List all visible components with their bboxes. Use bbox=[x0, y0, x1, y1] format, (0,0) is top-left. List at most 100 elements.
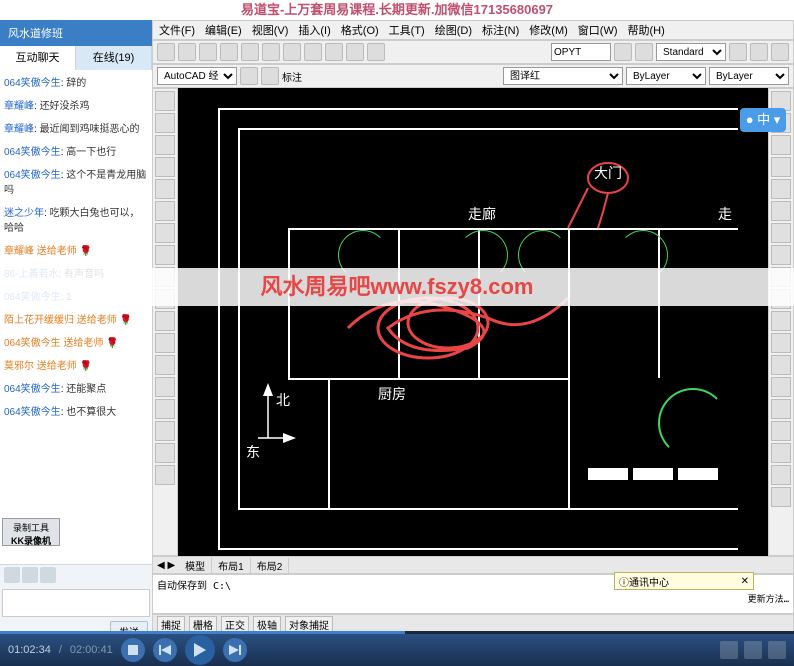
help-icon[interactable] bbox=[635, 43, 653, 61]
menu-edit[interactable]: 编辑(E) bbox=[203, 22, 244, 38]
font-icon[interactable] bbox=[22, 567, 38, 583]
block-icon[interactable] bbox=[155, 311, 175, 331]
next-button[interactable] bbox=[223, 638, 247, 662]
tab-model[interactable]: 模型 bbox=[179, 558, 212, 573]
region-icon[interactable] bbox=[155, 355, 175, 375]
window-close-icon[interactable] bbox=[771, 43, 789, 61]
ellipse-icon[interactable] bbox=[155, 201, 175, 221]
explode-icon[interactable] bbox=[771, 421, 791, 441]
circle-icon[interactable] bbox=[155, 135, 175, 155]
copy-icon[interactable] bbox=[262, 43, 280, 61]
lineweight-select[interactable]: ByLayer bbox=[709, 67, 789, 85]
menu-dimension[interactable]: 标注(N) bbox=[480, 22, 521, 38]
boundary-icon[interactable] bbox=[155, 377, 175, 397]
workspace-select[interactable]: AutoCAD 经典 bbox=[157, 67, 237, 85]
lengthen-icon[interactable] bbox=[771, 465, 791, 485]
polyline-icon[interactable] bbox=[155, 113, 175, 133]
polar-toggle[interactable]: 极轴 bbox=[253, 616, 281, 633]
close-icon[interactable]: ✕ bbox=[741, 576, 749, 587]
snap-toggle[interactable]: 捕捉 bbox=[157, 616, 185, 633]
chat-message: 章耀峰: 最近闻到鸡味挺恶心的 bbox=[4, 120, 148, 135]
zoom-icon[interactable] bbox=[367, 43, 385, 61]
layer-select[interactable]: 图译红 bbox=[503, 67, 623, 85]
chat-input-field[interactable] bbox=[2, 589, 150, 617]
menu-help[interactable]: 帮助(H) bbox=[626, 22, 667, 38]
layer-props-icon[interactable] bbox=[261, 67, 279, 85]
move-icon[interactable] bbox=[771, 201, 791, 221]
ortho-toggle[interactable]: 正交 bbox=[221, 616, 249, 633]
menu-view[interactable]: 视图(V) bbox=[250, 22, 291, 38]
menu-file[interactable]: 文件(F) bbox=[157, 22, 197, 38]
table-icon[interactable] bbox=[155, 333, 175, 353]
menu-window[interactable]: 窗口(W) bbox=[576, 22, 620, 38]
menu-format[interactable]: 格式(O) bbox=[339, 22, 381, 38]
break-icon[interactable] bbox=[771, 333, 791, 353]
menu-draw[interactable]: 绘图(D) bbox=[433, 22, 474, 38]
chat-messages[interactable]: 064笑傲今生: 辞的 章耀峰: 还好没杀鸡 章耀峰: 最近闻到鸡味挺恶心的 0… bbox=[0, 70, 152, 564]
textstyle-select[interactable]: Standard bbox=[656, 43, 726, 61]
osnap-toggle[interactable]: 对象捕捉 bbox=[285, 616, 333, 633]
join-icon[interactable] bbox=[771, 355, 791, 375]
hatch-icon[interactable] bbox=[155, 223, 175, 243]
save-icon[interactable] bbox=[199, 43, 217, 61]
redo-icon[interactable] bbox=[325, 43, 343, 61]
stop-button[interactable] bbox=[121, 638, 145, 662]
pedit-icon[interactable] bbox=[771, 487, 791, 507]
wipeout-icon[interactable] bbox=[155, 421, 175, 441]
cad-menubar: 文件(F) 编辑(E) 视图(V) 插入(I) 格式(O) 工具(T) 绘图(D… bbox=[152, 20, 794, 40]
arc-icon[interactable] bbox=[155, 157, 175, 177]
mirror-icon[interactable] bbox=[771, 135, 791, 155]
align-icon[interactable] bbox=[771, 443, 791, 463]
scale-icon[interactable] bbox=[771, 245, 791, 265]
new-icon[interactable] bbox=[157, 43, 175, 61]
print-icon[interactable] bbox=[220, 43, 238, 61]
settings-icon[interactable] bbox=[744, 641, 762, 659]
extend-icon[interactable] bbox=[771, 311, 791, 331]
fullscreen-icon[interactable] bbox=[768, 641, 786, 659]
label-zou2: 走 bbox=[718, 204, 732, 224]
tab-layout1[interactable]: 布局1 bbox=[212, 558, 251, 573]
open-icon[interactable] bbox=[178, 43, 196, 61]
emoji-icon[interactable] bbox=[4, 567, 20, 583]
volume-icon[interactable] bbox=[720, 641, 738, 659]
chat-room-title: 风水道修班 bbox=[0, 20, 152, 46]
tab-layout2[interactable]: 布局2 bbox=[251, 558, 290, 573]
grid-toggle[interactable]: 栅格 bbox=[189, 616, 217, 633]
ime-indicator[interactable]: ● 中 ▾ bbox=[740, 108, 786, 132]
cad-layers-toolbar: AutoCAD 经典 标注 图译红 ByLayer ByLayer bbox=[152, 64, 794, 88]
paste-icon[interactable] bbox=[283, 43, 301, 61]
cad-drawing-canvas[interactable]: 大门 走廊 走 厨房 北 东 bbox=[178, 88, 768, 556]
annotation-label: 标注 bbox=[282, 69, 302, 84]
undo-icon[interactable] bbox=[304, 43, 322, 61]
offset-icon[interactable] bbox=[771, 157, 791, 177]
mline-icon[interactable] bbox=[155, 443, 175, 463]
revcloud-icon[interactable] bbox=[155, 399, 175, 419]
donut-icon[interactable] bbox=[155, 465, 175, 485]
rectangle-icon[interactable] bbox=[155, 179, 175, 199]
menu-insert[interactable]: 插入(I) bbox=[296, 22, 332, 38]
progress-bar[interactable] bbox=[0, 631, 794, 634]
window-min-icon[interactable] bbox=[729, 43, 747, 61]
play-button[interactable] bbox=[185, 635, 215, 665]
pan-icon[interactable] bbox=[346, 43, 364, 61]
cut-icon[interactable] bbox=[241, 43, 259, 61]
image-icon[interactable] bbox=[40, 567, 56, 583]
layer-icon[interactable] bbox=[240, 67, 258, 85]
rotate-icon[interactable] bbox=[771, 223, 791, 243]
window-max-icon[interactable] bbox=[750, 43, 768, 61]
prev-button[interactable] bbox=[153, 638, 177, 662]
search-box[interactable] bbox=[551, 43, 611, 61]
line-icon[interactable] bbox=[155, 91, 175, 111]
text-icon[interactable] bbox=[155, 245, 175, 265]
chat-tab-messages[interactable]: 互动聊天 bbox=[0, 46, 76, 70]
search-icon[interactable] bbox=[614, 43, 632, 61]
array-icon[interactable] bbox=[771, 179, 791, 199]
chat-tab-online[interactable]: 在线(19) bbox=[76, 46, 152, 70]
color-select[interactable]: ByLayer bbox=[626, 67, 706, 85]
menu-modify[interactable]: 修改(M) bbox=[527, 22, 570, 38]
draw-toolbar bbox=[152, 88, 178, 556]
chat-message: 064笑傲今生 送给老师 🌹 bbox=[4, 334, 148, 349]
fillet-icon[interactable] bbox=[771, 399, 791, 419]
menu-tools[interactable]: 工具(T) bbox=[387, 22, 427, 38]
chamfer-icon[interactable] bbox=[771, 377, 791, 397]
